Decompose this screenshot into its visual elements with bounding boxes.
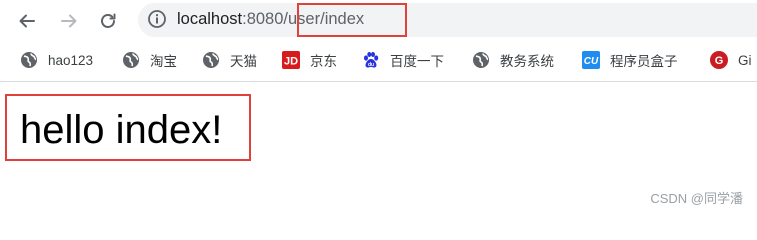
globe-icon xyxy=(472,51,490,69)
bookmark-gitee[interactable]: G Gi xyxy=(710,50,752,70)
svg-text:du: du xyxy=(368,62,374,68)
arrow-left-icon xyxy=(19,14,35,28)
globe-icon xyxy=(122,51,140,69)
reload-button[interactable] xyxy=(95,8,121,34)
bookmark-taobao[interactable]: 淘宝 xyxy=(122,50,177,70)
info-icon[interactable] xyxy=(147,9,167,29)
globe-icon xyxy=(202,51,220,69)
jd-icon-text: JD xyxy=(284,56,298,68)
bookmark-label: 百度一下 xyxy=(390,54,444,69)
bookmark-label: 教务系统 xyxy=(500,54,554,69)
baidu-paw-icon: du xyxy=(362,51,380,69)
bookmark-cxyhz[interactable]: CU 程序员盒子 xyxy=(582,50,678,70)
url-host: localhost xyxy=(177,10,243,28)
page-content: hello index! CSDN @同学潘 xyxy=(0,82,757,213)
bookmark-label: Gi xyxy=(738,52,752,68)
jd-icon: JD xyxy=(282,51,300,69)
bookmark-tmall[interactable]: 天猫 xyxy=(202,50,257,70)
bookmarks-bar: hao123 淘宝 天猫 JD 京东 du 百度一下 教务系统 CU 程序员盒子 xyxy=(0,40,757,82)
cu-icon: CU xyxy=(582,51,600,69)
bookmark-label: 淘宝 xyxy=(150,54,177,69)
page-heading: hello index! xyxy=(20,108,223,152)
back-button[interactable] xyxy=(14,8,40,34)
gitee-icon-text: G xyxy=(715,55,724,67)
arrow-right-icon xyxy=(61,14,77,28)
bookmark-label: 京东 xyxy=(310,54,337,69)
watermark: CSDN @同学潘 xyxy=(650,191,743,206)
bookmark-label: 天猫 xyxy=(230,54,257,69)
globe-icon xyxy=(20,51,38,69)
browser-toolbar: localhost:8080/user/index xyxy=(0,0,757,40)
bookmark-jd[interactable]: JD 京东 xyxy=(282,50,337,70)
bookmark-label: hao123 xyxy=(48,52,94,68)
bookmark-hao123[interactable]: hao123 xyxy=(20,50,93,70)
gitee-icon: G xyxy=(710,51,728,69)
url-path-highlight xyxy=(297,3,407,37)
bookmark-jiaowu[interactable]: 教务系统 xyxy=(472,50,554,70)
reload-icon xyxy=(101,13,116,28)
bookmark-baidu[interactable]: du 百度一下 xyxy=(362,50,444,70)
cu-icon-text: CU xyxy=(584,56,599,67)
forward-button[interactable] xyxy=(56,8,82,34)
url-port: :8080 xyxy=(242,10,284,28)
bookmark-label: 程序员盒子 xyxy=(610,54,678,69)
